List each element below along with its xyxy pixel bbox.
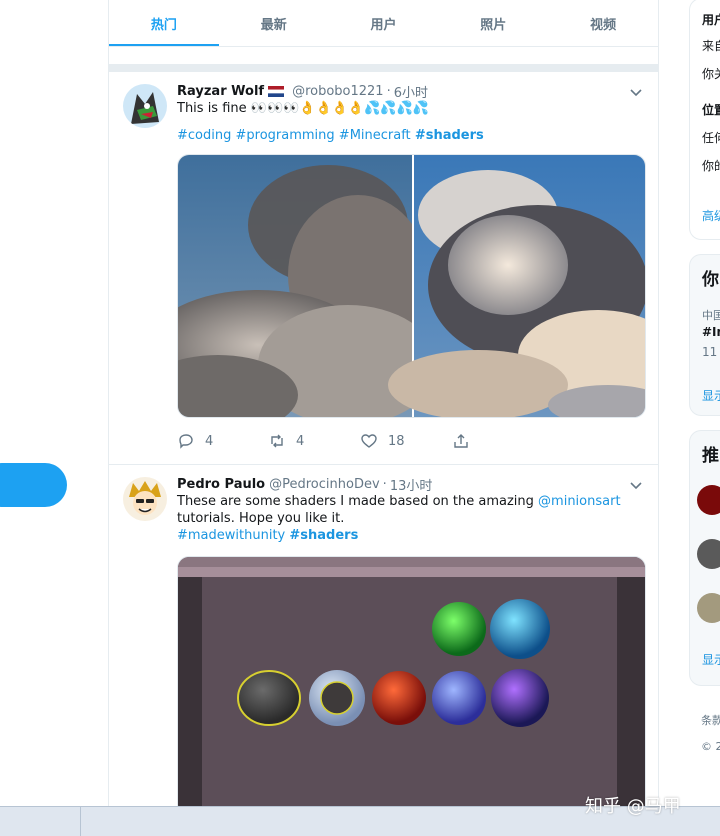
suggested-user-avatar[interactable] bbox=[697, 539, 720, 569]
hashtag-shaders[interactable]: #shaders bbox=[415, 128, 484, 143]
tweet-time[interactable]: 6小时 bbox=[394, 82, 428, 101]
mention-minionsart[interactable]: @minionsart bbox=[538, 494, 621, 509]
hashtags: #coding #programming #Minecraft #shaders bbox=[177, 127, 644, 144]
retweet-count: 4 bbox=[296, 433, 305, 449]
watermark: 知乎 @马甲 bbox=[585, 796, 681, 817]
tweet-actions: 4 4 18 bbox=[177, 418, 644, 464]
left-column bbox=[0, 0, 108, 806]
trends-card: 你 中国 #In 11 显示 bbox=[689, 254, 720, 416]
avatar[interactable] bbox=[123, 477, 167, 521]
author-handle[interactable]: @PedrocinhoDev bbox=[269, 477, 380, 492]
author-name[interactable]: Pedro Paulo bbox=[177, 477, 265, 492]
hashtag-madewithunity[interactable]: #madewithunity bbox=[177, 528, 285, 543]
hashtag-minecraft[interactable]: #Minecraft bbox=[339, 128, 411, 143]
suggested-user-avatar[interactable] bbox=[697, 593, 720, 623]
advanced-search-link[interactable]: 高级 bbox=[702, 207, 720, 224]
search-tabs: 热门 最新 用户 照片 视频 bbox=[109, 0, 658, 47]
author-handle[interactable]: @robobo1221 bbox=[292, 84, 384, 99]
author-name[interactable]: Rayzar Wolf bbox=[177, 84, 264, 99]
share-button[interactable] bbox=[452, 432, 480, 450]
show-more-trends-link[interactable]: 显示 bbox=[702, 387, 720, 404]
tab-latest[interactable]: 最新 bbox=[219, 0, 329, 46]
compose-tweet-button[interactable] bbox=[0, 463, 67, 507]
tweet-media-shaders[interactable] bbox=[177, 556, 646, 806]
tab-people[interactable]: 用户 bbox=[329, 0, 439, 46]
hashtag-programming[interactable]: #programming bbox=[236, 128, 335, 143]
twitter-search-page: 热门 最新 用户 照片 视频 Rayzar Wolf @robobo1221 ·… bbox=[0, 0, 720, 836]
right-sidebar: 用户 来自 你关 位置 任何 你的 高级 你 中国 #In 11 显示 推 显示… bbox=[689, 0, 720, 806]
search-filters-card: 用户 来自 你关 位置 任何 你的 高级 bbox=[689, 0, 720, 240]
like-count: 18 bbox=[388, 433, 405, 449]
heart-icon bbox=[361, 434, 377, 448]
tweet-text: This is fine 👀👀👀👌👌👌👌💦💦💦💦 bbox=[177, 101, 429, 116]
search-results-timeline: 热门 最新 用户 照片 视频 Rayzar Wolf @robobo1221 ·… bbox=[108, 0, 659, 806]
show-more-follow-link[interactable]: 显示 bbox=[702, 651, 720, 668]
tweet-text: These are some shaders I made based on t… bbox=[177, 494, 621, 543]
netherlands-flag-icon bbox=[268, 85, 285, 97]
retweet-button[interactable]: 4 bbox=[268, 432, 360, 450]
hashtag-shaders[interactable]: #shaders bbox=[289, 528, 358, 543]
chevron-down-icon[interactable] bbox=[628, 477, 644, 493]
like-button[interactable]: 18 bbox=[360, 432, 452, 450]
avatar[interactable] bbox=[123, 84, 167, 128]
section-separator bbox=[109, 64, 658, 72]
share-icon bbox=[454, 434, 468, 448]
footer-terms[interactable]: 条款 bbox=[701, 712, 720, 728]
tweet-time[interactable]: 13小时 bbox=[390, 475, 433, 494]
footer-copyright: © 2 bbox=[701, 740, 720, 753]
chevron-down-icon[interactable] bbox=[628, 84, 644, 100]
tab-photos[interactable]: 照片 bbox=[438, 0, 548, 46]
suggested-user-avatar[interactable] bbox=[697, 485, 720, 515]
reply-button[interactable]: 4 bbox=[177, 432, 268, 450]
reply-count: 4 bbox=[205, 433, 214, 449]
hashtag-coding[interactable]: #coding bbox=[177, 128, 231, 143]
reply-icon bbox=[179, 434, 193, 449]
tab-top[interactable]: 热门 bbox=[109, 0, 219, 46]
tweet-rayzar-wolf[interactable]: Rayzar Wolf @robobo1221 · 6小时 This is fi… bbox=[109, 72, 658, 465]
tab-videos[interactable]: 视频 bbox=[548, 0, 658, 46]
tweet-pedro-paulo[interactable]: Pedro Paulo @PedrocinhoDev · 13小时 These … bbox=[109, 465, 658, 806]
retweet-icon bbox=[271, 434, 283, 448]
who-to-follow-card: 推 显示 bbox=[689, 430, 720, 686]
tweet-media-clouds[interactable] bbox=[177, 154, 646, 418]
spacer bbox=[109, 47, 658, 64]
